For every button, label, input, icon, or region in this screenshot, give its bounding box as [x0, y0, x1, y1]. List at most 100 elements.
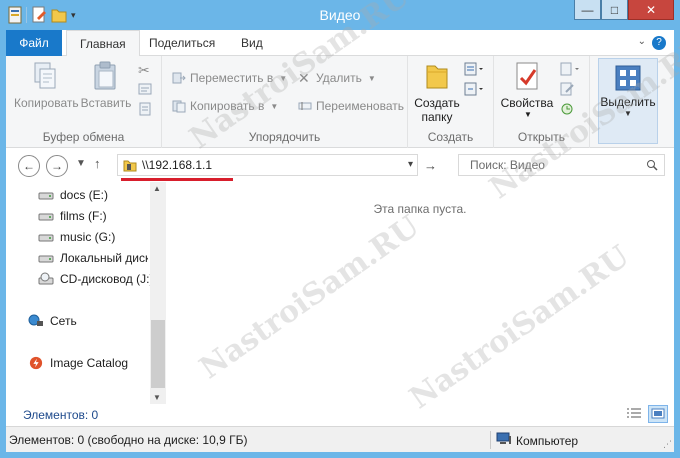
drive-icon — [38, 188, 54, 202]
select-button[interactable]: Выделить ▼ — [598, 58, 658, 144]
delete-dropdown-icon: ▼ — [367, 73, 376, 83]
search-input[interactable]: Поиск: Видео — [470, 158, 545, 172]
maximize-button[interactable]: □ — [601, 0, 628, 20]
large-icons-view-button[interactable] — [648, 405, 668, 423]
details-view-button[interactable] — [624, 405, 644, 423]
open-tools — [560, 62, 580, 122]
highlight-underline — [121, 178, 233, 181]
help-icon[interactable]: ? — [652, 36, 666, 50]
rename-label: Переименовать — [316, 99, 404, 113]
nav-item-films[interactable]: films (F:) — [38, 206, 107, 226]
computer-label: Компьютер — [516, 433, 579, 448]
copy-label: Копировать — [14, 96, 79, 110]
search-box[interactable]: Поиск: Видео — [458, 154, 665, 176]
new-folder-icon — [421, 60, 453, 92]
status-computer: Компьютер — [496, 432, 578, 449]
close-button[interactable]: ✕ — [628, 0, 674, 20]
drive-icon — [38, 251, 54, 265]
history-icon[interactable] — [560, 102, 580, 122]
chevron-down-icon[interactable]: ⌄ — [638, 36, 646, 47]
select-dropdown-icon: ▼ — [624, 109, 632, 118]
easy-access-icon[interactable] — [464, 82, 484, 102]
delete-button[interactable]: ✕ Удалить ▼ — [298, 68, 376, 88]
minimize-button[interactable]: — — [574, 0, 601, 20]
tab-share[interactable]: Поделиться — [136, 30, 228, 56]
title-bar: ▾ Видео — □ ✕ — [0, 0, 680, 30]
properties-large-icon — [511, 60, 543, 92]
create-group-label: Создать — [427, 130, 474, 144]
nav-item-image-catalog[interactable]: Image Catalog — [28, 353, 128, 373]
move-to-label: Переместить в — [190, 71, 274, 85]
new-folder-button[interactable]: Создать папку — [412, 60, 462, 124]
select-group: Выделить ▼ — [590, 56, 674, 148]
navigation-pane: docs (E:) films (F:) music (G:) Локальны… — [6, 182, 166, 404]
clipboard-group-label: Буфер обмена — [42, 130, 125, 144]
nav-item-label: Image Catalog — [50, 356, 129, 370]
nav-item-docs[interactable]: docs (E:) — [38, 185, 108, 205]
tab-home[interactable]: Главная — [66, 30, 140, 57]
items-count: Элементов: 0 — [23, 408, 99, 422]
search-icon[interactable] — [646, 159, 658, 171]
copy-icon — [29, 60, 61, 92]
rename-button[interactable]: Переименовать — [298, 96, 404, 116]
details-view-icon — [627, 408, 641, 418]
file-list[interactable]: Эта папка пуста. — [166, 182, 674, 404]
paste-button[interactable]: Вставить — [80, 60, 132, 110]
properties-dropdown-icon: ▼ — [524, 110, 532, 119]
rename-icon — [298, 99, 312, 113]
tab-view[interactable]: Вид — [228, 30, 276, 56]
copy-button[interactable]: Копировать — [14, 60, 79, 110]
go-button[interactable]: → — [424, 158, 437, 173]
open-icon[interactable] — [560, 62, 580, 82]
forward-button[interactable]: → — [46, 155, 68, 177]
copy-path-icon[interactable] — [138, 82, 154, 102]
drive-icon — [38, 209, 54, 223]
properties-button[interactable]: Свойства ▼ — [500, 60, 554, 119]
scrollbar-thumb[interactable] — [151, 320, 165, 388]
clipboard-group: Копировать Вставить ✂ Буфер обмена — [6, 56, 162, 148]
cut-icon[interactable]: ✂ — [138, 62, 154, 82]
copy-to-button[interactable]: Копировать в ▼ — [172, 96, 278, 116]
new-item-icon[interactable] — [464, 62, 484, 82]
organize-group: Переместить в ▼ Копировать в ▼ ✕ Удалить ▼ … — [162, 56, 408, 148]
drive-icon — [38, 230, 54, 244]
nav-item-network[interactable]: Сеть — [28, 311, 77, 331]
edit-icon[interactable] — [560, 82, 580, 102]
status-separator — [490, 431, 491, 449]
computer-icon — [496, 432, 512, 449]
nav-item-music[interactable]: music (G:) — [38, 227, 115, 247]
back-button[interactable]: ← — [18, 155, 40, 177]
copy-to-label: Копировать в — [190, 99, 265, 113]
scroll-down-icon[interactable]: ▼ — [153, 393, 161, 402]
select-label: Выделить — [600, 95, 656, 109]
properties-label: Свойства — [500, 96, 554, 110]
arrow-left-icon: ← — [23, 159, 35, 173]
ribbon: Копировать Вставить ✂ Буфер обмена Перем… — [6, 56, 674, 148]
resize-grip-icon[interactable]: ⋰ — [663, 439, 672, 450]
network-folder-icon — [123, 159, 137, 172]
tab-file[interactable]: Файл — [6, 30, 62, 56]
new-item-tools — [464, 62, 484, 102]
up-button[interactable]: ↑ — [94, 156, 101, 171]
items-bar: Элементов: 0 — [6, 404, 674, 426]
address-dropdown-icon[interactable]: ▾ — [408, 159, 413, 170]
nav-item-local-disk[interactable]: Локальный диск — [38, 248, 148, 268]
nav-item-cd-drive[interactable]: CD-дисковод (J:) — [38, 269, 153, 289]
navigation-pane-scrollbar[interactable]: ▲ ▼ — [150, 182, 166, 404]
empty-folder-message: Эта папка пуста. — [373, 202, 467, 216]
recent-locations-button[interactable]: ▼ — [76, 158, 86, 169]
open-group: Свойства ▼ Открыть — [494, 56, 590, 148]
nav-item-label: docs (E:) — [60, 188, 109, 202]
navigation-bar: ← → ▼ ↑ \\192.168.1.1 ▾ → Поиск: Видео — [6, 148, 674, 182]
paste-shortcut-icon[interactable] — [138, 102, 154, 122]
status-bar: Элементов: 0 (свободно на диске: 10,9 ГБ… — [6, 426, 674, 452]
image-catalog-icon — [28, 356, 44, 370]
address-path[interactable]: \\192.168.1.1 — [142, 158, 212, 172]
address-bar[interactable]: \\192.168.1.1 ▾ — [117, 154, 418, 181]
status-text: Элементов: 0 (свободно на диске: 10,9 ГБ… — [9, 433, 248, 447]
cd-drive-icon — [38, 272, 54, 286]
paste-icon — [90, 60, 122, 92]
scroll-up-icon[interactable]: ▲ — [153, 184, 161, 193]
delete-label: Удалить — [316, 71, 362, 85]
move-to-button[interactable]: Переместить в ▼ — [172, 68, 287, 88]
